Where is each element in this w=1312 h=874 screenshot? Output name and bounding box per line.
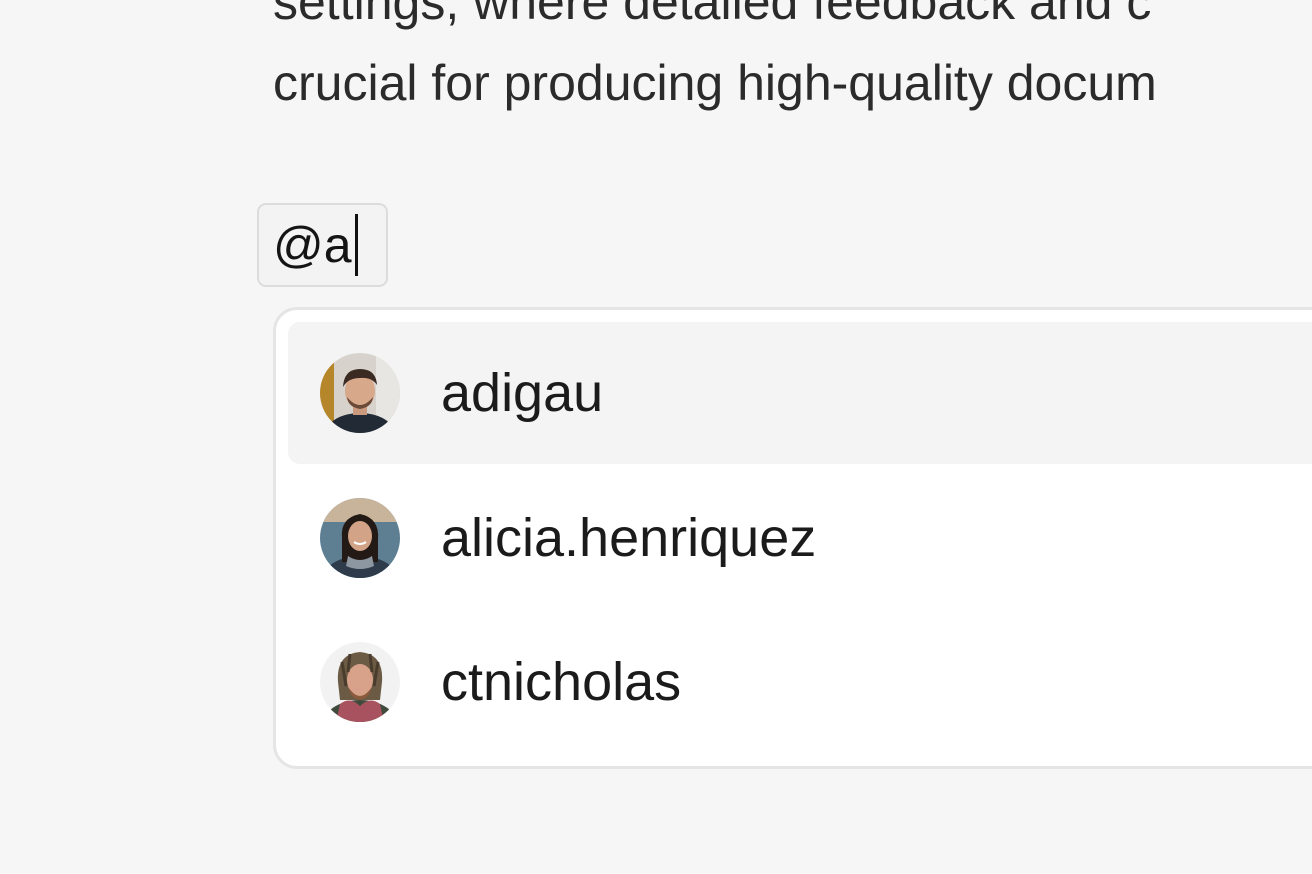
username-label: alicia.henriquez [441, 508, 817, 568]
mention-suggestion-ctnicholas[interactable]: ctnicholas [288, 611, 1312, 753]
mention-suggestion-adigau[interactable]: adigau [288, 322, 1312, 464]
user-avatar-icon [320, 353, 400, 433]
editor-page: settings, where detailed feedback and c … [0, 0, 1312, 874]
user-avatar-icon [320, 498, 400, 578]
document-text-line: crucial for producing high-quality docum [273, 55, 1157, 111]
user-avatar-icon [320, 642, 400, 722]
document-text-line: settings, where detailed feedback and c [273, 0, 1152, 30]
username-label: ctnicholas [441, 652, 682, 712]
text-caret [354, 214, 358, 276]
mention-input[interactable]: @a [257, 203, 388, 287]
mention-suggestions-dropdown: adigau alicia.henriquez ctnicholas [273, 307, 1312, 769]
mention-suggestion-alicia-henriquez[interactable]: alicia.henriquez [288, 467, 1312, 609]
username-label: adigau [441, 363, 604, 423]
mention-query-text: @a [273, 217, 352, 273]
